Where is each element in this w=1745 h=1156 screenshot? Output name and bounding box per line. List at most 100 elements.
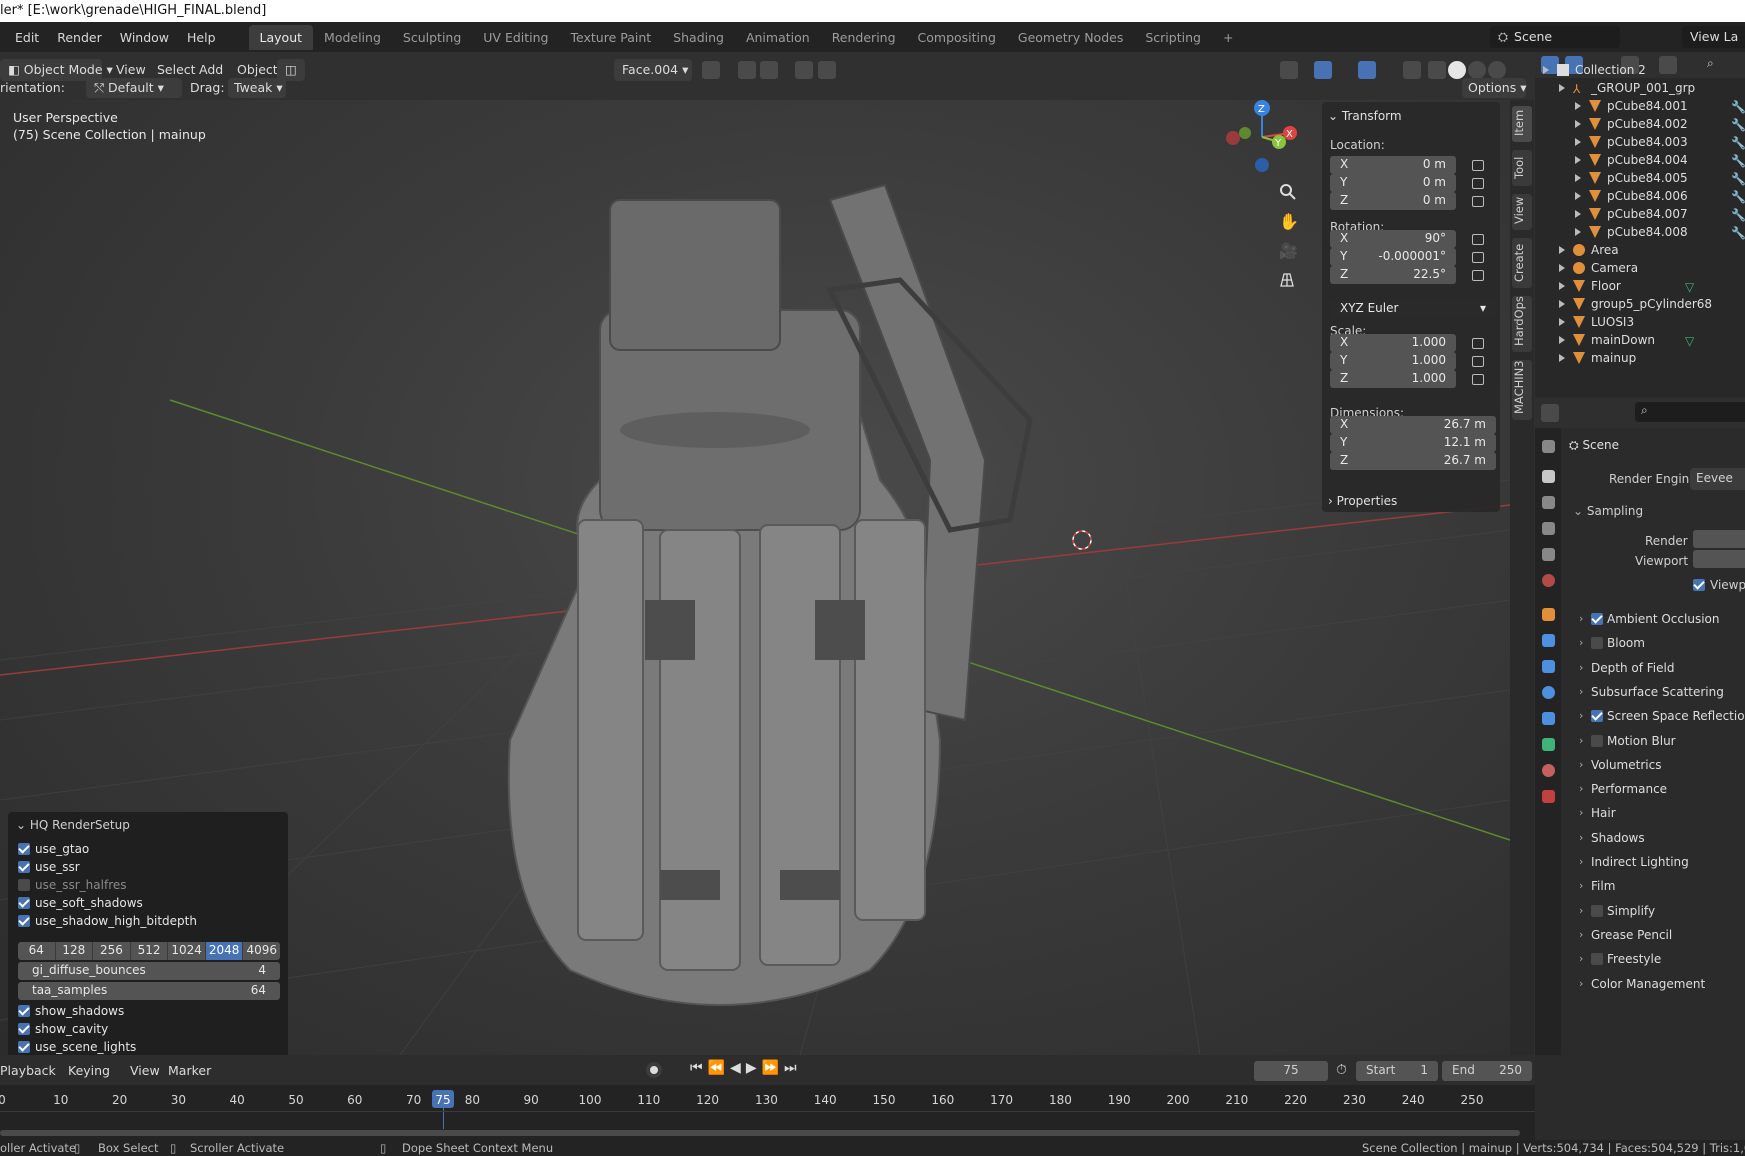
- checkbox[interactable]: [18, 897, 30, 909]
- output-tab-icon[interactable]: [1542, 496, 1555, 509]
- expand-icon[interactable]: [1559, 264, 1565, 272]
- gizmo-toggle-icon[interactable]: [1314, 61, 1332, 79]
- expand-icon[interactable]: [1575, 156, 1581, 164]
- tab-layout[interactable]: Layout: [248, 24, 314, 50]
- rotation-z-field[interactable]: Z 22.5°: [1330, 266, 1456, 284]
- drag-selector[interactable]: Tweak ▾: [228, 78, 286, 98]
- panel-film[interactable]: › Film: [1575, 875, 1745, 897]
- jump-end-icon[interactable]: ⏭: [784, 1060, 802, 1076]
- mode-selector[interactable]: ◧ Object Mode ▾: [0, 59, 113, 81]
- expand-icon[interactable]: [1543, 66, 1549, 74]
- location-y-field[interactable]: Y0 m: [1330, 174, 1456, 192]
- rotation-mode-selector[interactable]: XYZ Euler ▾: [1330, 300, 1496, 318]
- checkbox[interactable]: [18, 879, 30, 891]
- lock-icon[interactable]: [1472, 356, 1484, 367]
- outliner-item[interactable]: Camera: [1535, 260, 1745, 278]
- check-use-ssr[interactable]: use_ssr: [18, 860, 80, 878]
- menu-help[interactable]: Help: [178, 30, 225, 45]
- options-dropdown[interactable]: Options ▾: [1462, 78, 1526, 98]
- shadow-size-128[interactable]: 128: [55, 942, 94, 960]
- scale-y-field[interactable]: Y 1.000: [1330, 352, 1456, 370]
- menu-window[interactable]: Window: [111, 30, 178, 45]
- viewport-menu-view[interactable]: View: [116, 62, 146, 77]
- transform-header[interactable]: ⌄ Transform: [1328, 109, 1402, 123]
- tab-texture-paint[interactable]: Texture Paint: [560, 25, 663, 50]
- taa-samples-field[interactable]: taa_samples 64: [18, 982, 280, 1000]
- viewport-menu-object[interactable]: Object: [237, 62, 278, 77]
- tab-compositing[interactable]: Compositing: [907, 25, 1007, 50]
- overlay-toggle-icon[interactable]: [1358, 61, 1376, 79]
- play-reverse-icon[interactable]: ◀: [730, 1060, 746, 1076]
- outliner-item[interactable]: pCube84.001 🔧: [1535, 98, 1745, 116]
- tab-rendering[interactable]: Rendering: [821, 25, 907, 50]
- view-layer-selector[interactable]: View La: [1682, 26, 1745, 48]
- modifier-tab-icon[interactable]: [1542, 634, 1555, 647]
- 3d-viewport[interactable]: User Perspective (75) Scene Collection |…: [0, 100, 1510, 1055]
- wireframe-shading-icon[interactable]: [1428, 61, 1446, 79]
- panel-indirect-lighting[interactable]: › Indirect Lighting: [1575, 851, 1745, 873]
- location-x-field[interactable]: X0 m: [1330, 156, 1456, 174]
- expand-icon[interactable]: [1559, 354, 1565, 362]
- timeline-menu-view[interactable]: View: [130, 1063, 160, 1078]
- lock-icon[interactable]: [1472, 196, 1484, 207]
- shadow-size-4096[interactable]: 4096: [243, 942, 281, 960]
- object-tab-icon[interactable]: [1542, 608, 1555, 621]
- next-keyframe-icon[interactable]: ⏩: [762, 1060, 784, 1076]
- lock-icon[interactable]: [1472, 374, 1484, 385]
- outliner-item[interactable]: Area: [1535, 242, 1745, 260]
- dimensions-z-field[interactable]: Z 26.7 m: [1330, 452, 1496, 470]
- properties-subpanel-header[interactable]: › Properties: [1328, 494, 1397, 508]
- panel-motion-blur[interactable]: › Motion Blur: [1575, 730, 1745, 752]
- tab-shading[interactable]: Shading: [662, 25, 735, 50]
- checkbox[interactable]: [18, 915, 30, 927]
- world-tab-icon[interactable]: [1542, 574, 1555, 587]
- check-use-soft-shadows[interactable]: use_soft_shadows: [18, 896, 143, 914]
- scene-selector[interactable]: ⛭ Scene: [1490, 26, 1620, 48]
- sidebar-tab-machin3[interactable]: MACHIN3: [1512, 360, 1532, 420]
- lock-icon[interactable]: [1472, 252, 1484, 263]
- mesh-data-icon[interactable]: ▽: [1685, 334, 1694, 348]
- outliner-item[interactable]: pCube84.008 🔧: [1535, 224, 1745, 242]
- outliner-item[interactable]: pCube84.003 🔧: [1535, 134, 1745, 152]
- rendered-shading-icon[interactable]: [1488, 61, 1506, 79]
- panel-subsurface-scattering[interactable]: › Subsurface Scattering: [1575, 681, 1745, 703]
- viewport-menu-add[interactable]: Add: [199, 62, 223, 77]
- pan-hand-icon[interactable]: ✋: [1279, 212, 1299, 231]
- hq-panel-header[interactable]: ⌄ HQ RenderSetup: [16, 818, 130, 832]
- sidebar-tab-item[interactable]: Item: [1512, 106, 1532, 142]
- record-icon[interactable]: [646, 1062, 662, 1078]
- material-tab-icon[interactable]: [1542, 764, 1555, 777]
- data-tab-icon[interactable]: [1542, 738, 1555, 751]
- timeline-scrollbar[interactable]: [0, 1130, 1520, 1136]
- outliner-item[interactable]: pCube84.006 🔧: [1535, 188, 1745, 206]
- viewport-denoise-check[interactable]: Viewpo: [1693, 578, 1745, 592]
- check-use-ssr-halfres[interactable]: use_ssr_halfres: [18, 878, 127, 896]
- checkbox[interactable]: [18, 843, 30, 855]
- expand-icon[interactable]: [1559, 300, 1565, 308]
- expand-icon[interactable]: [1559, 336, 1565, 344]
- rotation-y-field[interactable]: Y -0.000001°: [1330, 248, 1456, 266]
- modifier-icon[interactable]: 🔧: [1731, 226, 1745, 240]
- play-icon[interactable]: ▶: [746, 1060, 762, 1076]
- viewport-samples-field[interactable]: [1693, 550, 1745, 568]
- start-frame-field[interactable]: Start 1: [1356, 1061, 1438, 1081]
- snap-target-icon[interactable]: [760, 61, 778, 79]
- tab-uv-editing[interactable]: UV Editing: [472, 25, 559, 50]
- panel-simplify[interactable]: › Simplify: [1575, 900, 1745, 922]
- shadow-size-256[interactable]: 256: [93, 942, 131, 960]
- outliner-item[interactable]: Floor ▽: [1535, 278, 1745, 296]
- scale-z-field[interactable]: Z 1.000: [1330, 370, 1456, 388]
- panel-performance[interactable]: › Performance: [1575, 778, 1745, 800]
- playback-controls[interactable]: ⏮⏪◀▶⏩⏭: [690, 1060, 802, 1076]
- panel-depth-of-field[interactable]: › Depth of Field: [1575, 657, 1745, 679]
- dimensions-x-field[interactable]: X 26.7 m: [1330, 416, 1496, 434]
- end-frame-field[interactable]: End 250: [1442, 1061, 1532, 1081]
- solid-shading-icon[interactable]: [1448, 61, 1466, 79]
- mesh-data-icon[interactable]: ▽: [1685, 280, 1694, 294]
- modifier-icon[interactable]: 🔧: [1731, 118, 1745, 132]
- stopwatch-icon[interactable]: ⏱: [1336, 1062, 1347, 1078]
- shadow-size-1024[interactable]: 1024: [168, 942, 206, 960]
- checkbox[interactable]: [1591, 953, 1603, 966]
- viewport-menu-select[interactable]: Select: [157, 62, 196, 77]
- checkbox[interactable]: [1591, 904, 1603, 917]
